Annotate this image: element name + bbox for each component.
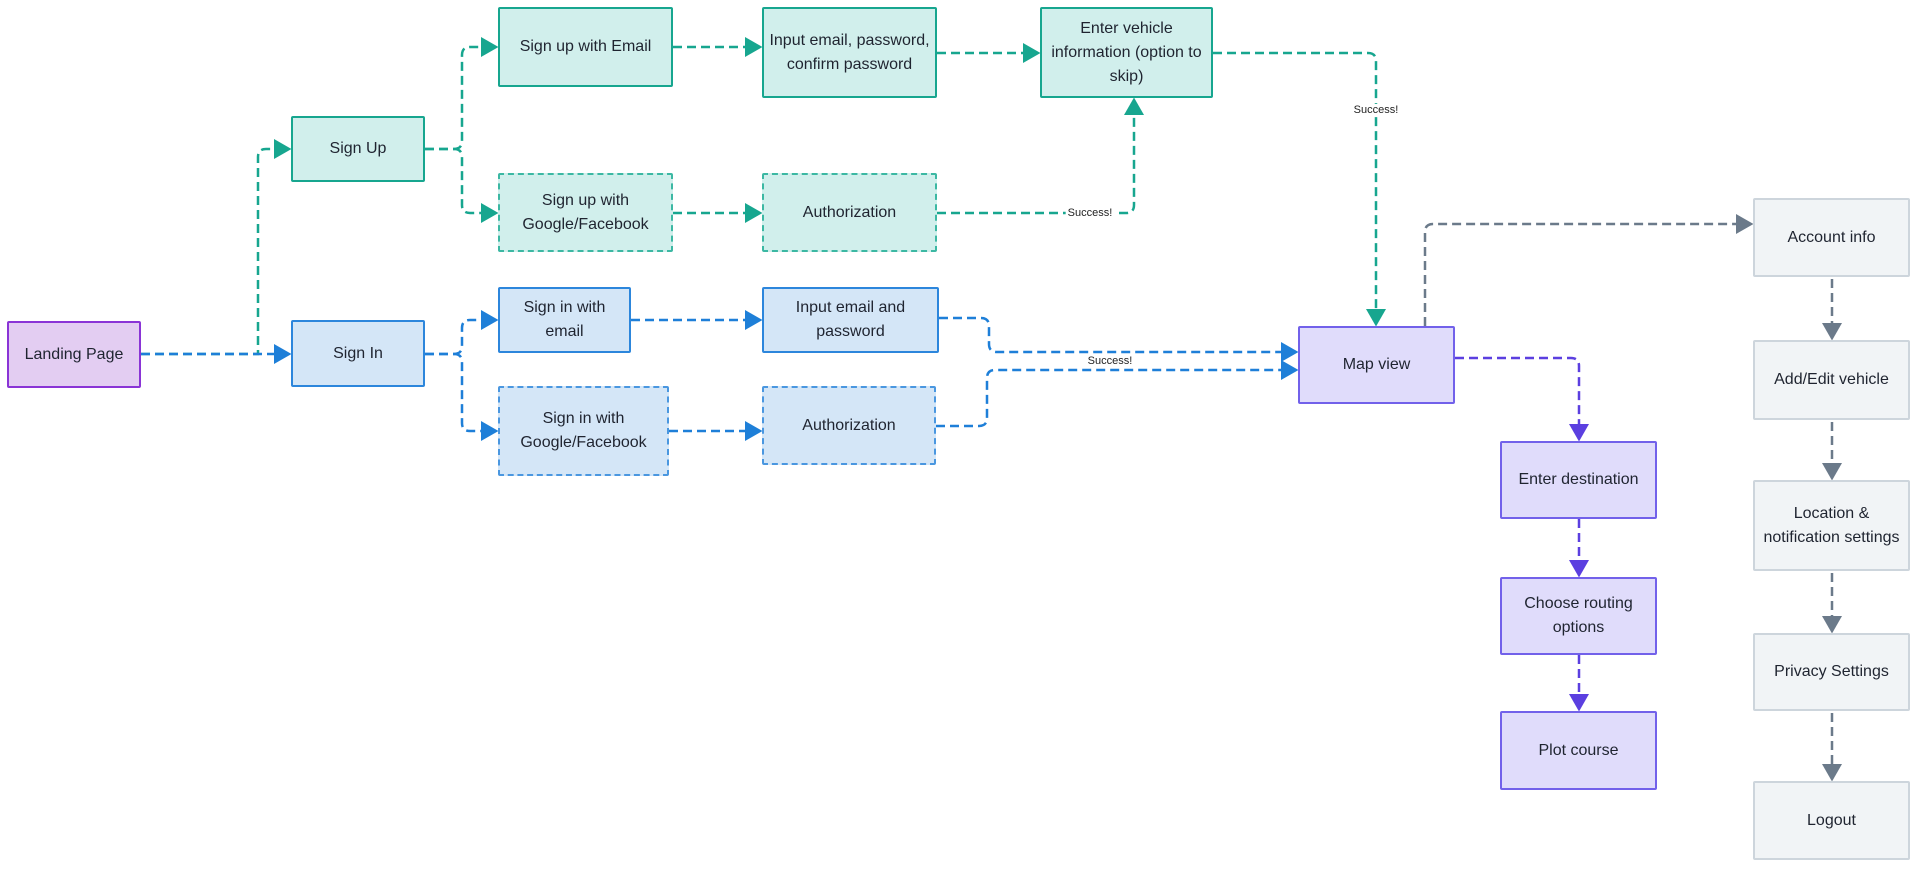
edge-signup-social — [425, 147, 499, 223]
node-vehicle-info[interactable]: Enter vehicle information (option to ski… — [1040, 7, 1213, 98]
edge-map-destination — [1455, 356, 1589, 442]
edge-signup-email — [425, 37, 499, 151]
edge-signin-auth-map — [936, 360, 1299, 428]
edge-label: Success! — [1085, 355, 1135, 367]
edge-landing-signup — [141, 139, 292, 356]
edge-auth-vehicle — [937, 97, 1144, 215]
node-map-view[interactable]: Map view — [1298, 326, 1455, 404]
node-sign-in[interactable]: Sign In — [291, 320, 425, 387]
node-enter-destination[interactable]: Enter destination — [1500, 441, 1657, 519]
node-sign-up[interactable]: Sign Up — [291, 116, 425, 182]
node-signup-input[interactable]: Input email, password, confirm password — [762, 7, 937, 98]
node-account-info[interactable]: Account info — [1753, 198, 1910, 277]
node-signup-social[interactable]: Sign up with Google/Facebook — [498, 173, 673, 252]
edge-signin-input-map — [939, 316, 1299, 362]
node-landing-page[interactable]: Landing Page — [7, 321, 141, 388]
edge-vehicle-map — [1213, 51, 1386, 327]
edge-label: Success! — [1351, 104, 1401, 116]
edge-signin-social — [425, 352, 499, 441]
node-signin-email[interactable]: Sign in with email — [498, 287, 631, 353]
node-routing-options[interactable]: Choose routing options — [1500, 577, 1657, 655]
node-privacy-settings[interactable]: Privacy Settings — [1753, 633, 1910, 711]
edge-label: Success! — [1065, 207, 1115, 219]
node-signin-social[interactable]: Sign in with Google/Facebook — [498, 386, 669, 476]
node-logout[interactable]: Logout — [1753, 781, 1910, 860]
node-signin-auth[interactable]: Authorization — [762, 386, 936, 465]
node-signup-auth[interactable]: Authorization — [762, 173, 937, 252]
node-location-settings[interactable]: Location & notification settings — [1753, 480, 1910, 571]
node-signin-input[interactable]: Input email and password — [762, 287, 939, 353]
node-plot-course[interactable]: Plot course — [1500, 711, 1657, 790]
node-signup-email[interactable]: Sign up with Email — [498, 7, 673, 87]
edge-map-account — [1423, 214, 1754, 326]
node-add-edit-vehicle[interactable]: Add/Edit vehicle — [1753, 340, 1910, 420]
edge-signin-email — [425, 310, 499, 356]
